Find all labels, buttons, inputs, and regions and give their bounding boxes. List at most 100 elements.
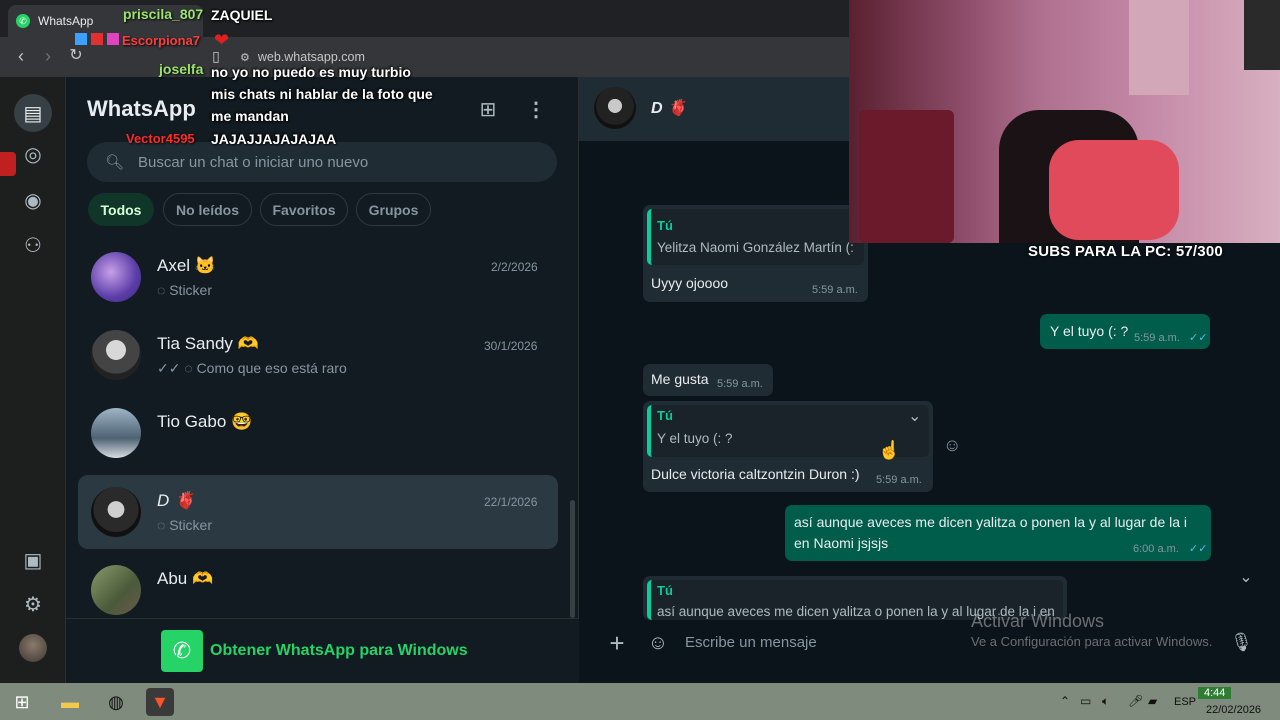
new-chat-icon[interactable]: ⊞ — [476, 97, 500, 121]
chat-name: Tia Sandy 🫶 — [157, 334, 259, 353]
quote-text: Yelitza Naomi González Martín (: — [657, 240, 854, 255]
overlay-chat-user: priscila_807 — [123, 6, 204, 22]
back-icon[interactable]: ‹ — [10, 45, 32, 67]
sticker-icon: ◌ — [157, 282, 170, 298]
status-icon[interactable]: ◎ — [19, 140, 47, 168]
chat-list-scrollbar[interactable] — [570, 500, 575, 618]
heart-icon: ❤ — [214, 30, 230, 50]
message-text: Me gusta — [651, 371, 709, 387]
badge-icon — [91, 33, 103, 45]
webcam-shelf — [1244, 0, 1280, 70]
read-ticks-icon: ✓✓ ◌ — [157, 360, 197, 376]
overlay-chat-message: JAJAJJAJAJAJAA — [211, 131, 337, 147]
overlay-chat-message: ZAQUIEL — [211, 7, 273, 23]
chat-preview: ◌ Sticker — [157, 517, 213, 533]
profile-avatar[interactable] — [19, 634, 47, 662]
quote-author: Tú — [657, 583, 673, 598]
avatar — [91, 330, 141, 380]
contact-avatar[interactable] — [594, 87, 636, 129]
clock-time[interactable]: 4:44 — [1198, 687, 1232, 699]
badge-icon — [75, 33, 87, 45]
filter-grupos[interactable]: Grupos — [356, 193, 431, 226]
webcam-door — [1129, 0, 1189, 95]
avatar — [91, 408, 141, 458]
chat-name: Abu 🫶 — [157, 569, 214, 588]
forward-icon[interactable]: › — [37, 45, 59, 67]
message-time: 5:59 a.m. — [876, 474, 922, 486]
network-icon[interactable]: ▭ — [1080, 694, 1091, 708]
avatar — [91, 487, 141, 537]
chat-row[interactable] — [78, 240, 558, 314]
overlay-chat-user: joselfa — [159, 61, 204, 77]
chats-icon[interactable]: ▤ — [14, 94, 52, 132]
filter-no-leidos[interactable]: No leídos — [163, 193, 252, 226]
chat-date: 30/1/2026 — [484, 339, 538, 353]
chat-date: 22/1/2026 — [484, 495, 538, 509]
read-ticks-icon: ✓✓ — [1189, 332, 1208, 344]
message-time: 6:00 a.m. — [1133, 543, 1179, 555]
webcam-chair — [859, 110, 954, 243]
menu-icon[interactable]: ⋮ — [526, 97, 546, 121]
clock-date[interactable]: 22/02/2026 — [1206, 704, 1261, 716]
composer-bar — [579, 620, 1280, 683]
filter-favoritos[interactable]: Favoritos — [260, 193, 348, 226]
chat-date: 2/2/2026 — [491, 260, 538, 274]
overlay-chat-message: no yo no puedo es muy turbio mis chats n… — [211, 64, 433, 124]
tray-chevron-icon[interactable]: ⌃ — [1060, 694, 1070, 708]
sticker-icon: ◌ — [157, 517, 170, 533]
chat-row-selected[interactable] — [78, 475, 558, 549]
chat-name: Tio Gabo 🤓 — [157, 412, 253, 431]
channels-icon[interactable]: ◉ — [19, 186, 47, 214]
webcam-overlay — [849, 0, 1280, 243]
volume-icon[interactable]: 🔈︎ — [1102, 694, 1109, 709]
filter-todos[interactable]: Todos — [88, 193, 154, 226]
file-explorer-icon[interactable]: ▬ — [56, 688, 84, 716]
avatar — [91, 565, 141, 615]
contact-name[interactable]: D 🫀 — [651, 98, 687, 118]
get-windows-link[interactable]: Obtener WhatsApp para Windows — [210, 642, 468, 660]
quote-author: Tú — [657, 218, 673, 233]
reload-icon[interactable]: ↻ — [65, 45, 87, 67]
activate-windows-subtitle: Ve a Configuración para activar Windows. — [971, 634, 1213, 649]
obs-icon[interactable]: ◍ — [102, 688, 130, 716]
overlay-chat-user: Vector4595 — [126, 131, 195, 146]
microphone-icon[interactable]: 🎙︎ — [1230, 632, 1253, 656]
message-input[interactable]: Escribe un mensaje — [685, 634, 817, 651]
brave-browser-icon[interactable]: ▼ — [146, 688, 174, 716]
search-icon: 🔍︎ — [105, 154, 125, 171]
windows-start-icon[interactable]: ⊞ — [8, 688, 36, 716]
message-time: 5:59 a.m. — [717, 378, 763, 390]
tab-title: WhatsApp — [38, 14, 94, 28]
message-time: 5:59 a.m. — [1134, 332, 1180, 344]
message-text: Y el tuyo (: ? — [1050, 323, 1129, 339]
subs-goal-text: SUBS PARA LA PC: 57/300 — [1028, 243, 1223, 260]
media-icon[interactable]: ▣ — [19, 546, 47, 574]
overlay-alert-icon — [0, 152, 16, 176]
attach-plus-icon[interactable]: + — [606, 630, 628, 656]
chat-preview: ✓✓ ◌ Como que eso está raro — [157, 360, 347, 376]
whatsapp-favicon-icon: ✆ — [16, 14, 30, 28]
chat-row[interactable] — [78, 318, 558, 392]
avatar — [91, 252, 141, 302]
activate-windows-title: Activar Windows — [971, 611, 1105, 631]
scroll-down-icon[interactable]: ⌄ — [1232, 564, 1260, 592]
search-input[interactable]: 🔍︎ Buscar un chat o iniciar uno nuevo — [87, 142, 557, 182]
search-placeholder: Buscar un chat o iniciar uno nuevo — [138, 153, 369, 171]
message-time: 5:59 a.m. — [812, 284, 858, 296]
chevron-down-icon[interactable]: ⌄ — [908, 406, 921, 426]
battery-icon[interactable]: ▰ — [1148, 694, 1157, 708]
sticker-icon[interactable]: ☺ — [646, 632, 670, 656]
language-indicator[interactable]: ESP — [1174, 696, 1196, 708]
chat-row[interactable] — [78, 553, 558, 615]
mic-tray-icon[interactable]: 🎤︎ — [1128, 694, 1143, 708]
message-text: Dulce victoria caltzontzin Duron :) — [651, 466, 860, 482]
app-title: WhatsApp — [87, 96, 196, 121]
quote-text: Y el tuyo (: ? — [657, 431, 733, 446]
communities-icon[interactable]: ⚇ — [19, 231, 47, 259]
mouse-cursor-icon: ☝ — [878, 440, 901, 460]
react-emoji-icon[interactable]: ☺ — [943, 435, 961, 456]
read-ticks-icon: ✓✓ — [1189, 543, 1208, 555]
quoted-message[interactable] — [647, 209, 864, 265]
settings-icon[interactable]: ⚙ — [19, 590, 47, 618]
chat-row[interactable] — [78, 396, 558, 470]
